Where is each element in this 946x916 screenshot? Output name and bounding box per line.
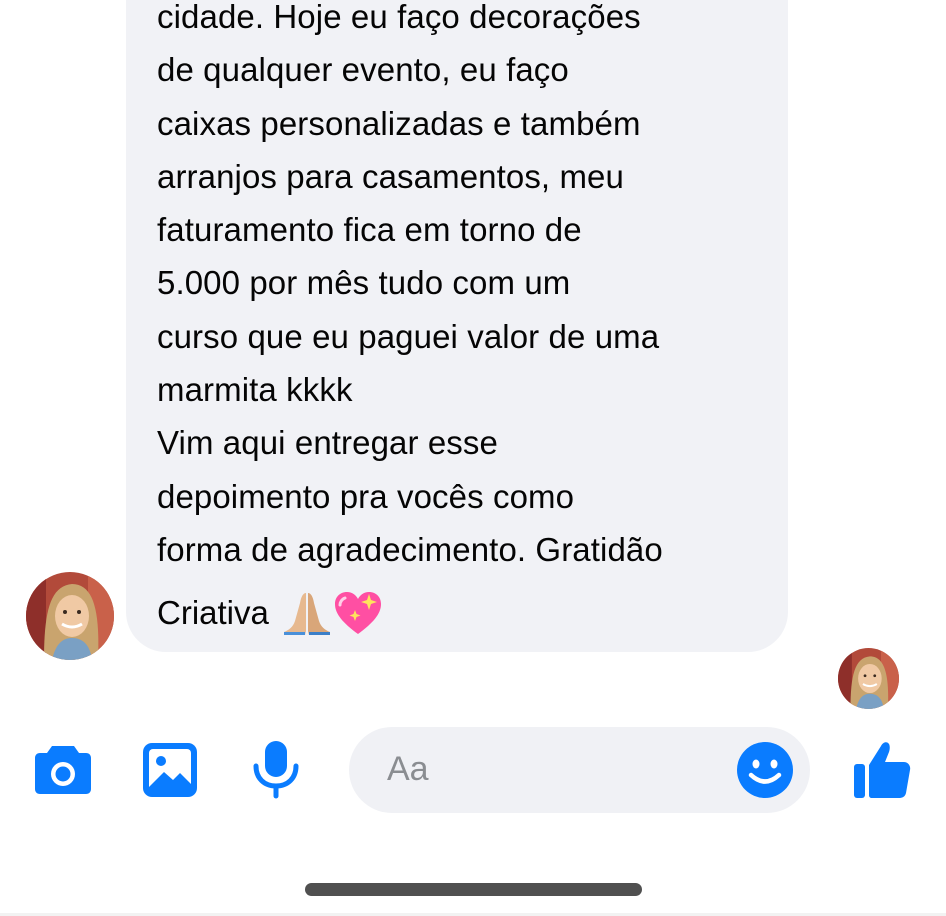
microphone-icon[interactable] [250, 740, 302, 800]
thumbs-up-icon[interactable] [852, 738, 912, 800]
message-last-word: Criativa [157, 593, 269, 631]
message-input[interactable]: Aa [349, 727, 810, 813]
home-indicator[interactable] [305, 883, 642, 896]
sparkling-heart-icon [333, 590, 383, 636]
sender-avatar[interactable] [26, 572, 114, 660]
folded-hands-icon [281, 591, 333, 635]
message-input-placeholder: Aa [387, 750, 429, 788]
message-last-line: Criativa [157, 586, 383, 639]
messenger-chat-screen: cidade. Hoje eu faço decorações de qualq… [0, 0, 946, 916]
gallery-icon[interactable] [142, 742, 198, 798]
message-text: cidade. Hoje eu faço decorações de qualq… [157, 0, 663, 568]
seen-avatar [838, 648, 899, 709]
emoji-icon[interactable] [736, 741, 794, 799]
camera-icon[interactable] [34, 744, 92, 796]
